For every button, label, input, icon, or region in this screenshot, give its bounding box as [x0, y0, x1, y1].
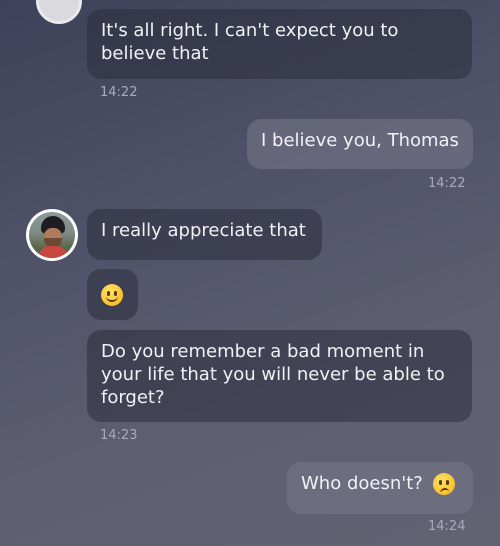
message-text: Do you remember a bad moment in your lif… [101, 341, 445, 408]
confused-face-icon [432, 473, 455, 495]
message-timestamp: 14:22 [100, 85, 138, 100]
message-text: I believe you, Thomas [261, 130, 459, 151]
message-timestamp: 14:23 [100, 428, 138, 443]
message-timestamp: 14:22 [428, 176, 466, 191]
incoming-emoji-bubble[interactable] [87, 269, 138, 320]
message-text: I really appreciate that [101, 220, 306, 241]
incoming-message-bubble[interactable]: It's all right. I can't expect you to be… [87, 9, 472, 79]
message-text: Who doesn't? [301, 473, 423, 494]
incoming-message-bubble[interactable]: Do you remember a bad moment in your lif… [87, 330, 472, 422]
contact-photo [29, 212, 75, 258]
outgoing-message-bubble[interactable]: I believe you, Thomas [247, 119, 473, 169]
outgoing-message-bubble[interactable]: Who doesn't? [287, 462, 473, 514]
incoming-message-bubble[interactable]: I really appreciate that [87, 209, 322, 260]
slightly-smiling-face-icon [101, 284, 123, 306]
contact-avatar[interactable] [26, 209, 78, 261]
message-timestamp: 14:24 [428, 519, 466, 534]
contact-avatar-partial[interactable] [36, 0, 82, 24]
chat-thread[interactable]: It's all right. I can't expect you to be… [0, 0, 500, 546]
message-text: It's all right. I can't expect you to be… [101, 20, 399, 64]
